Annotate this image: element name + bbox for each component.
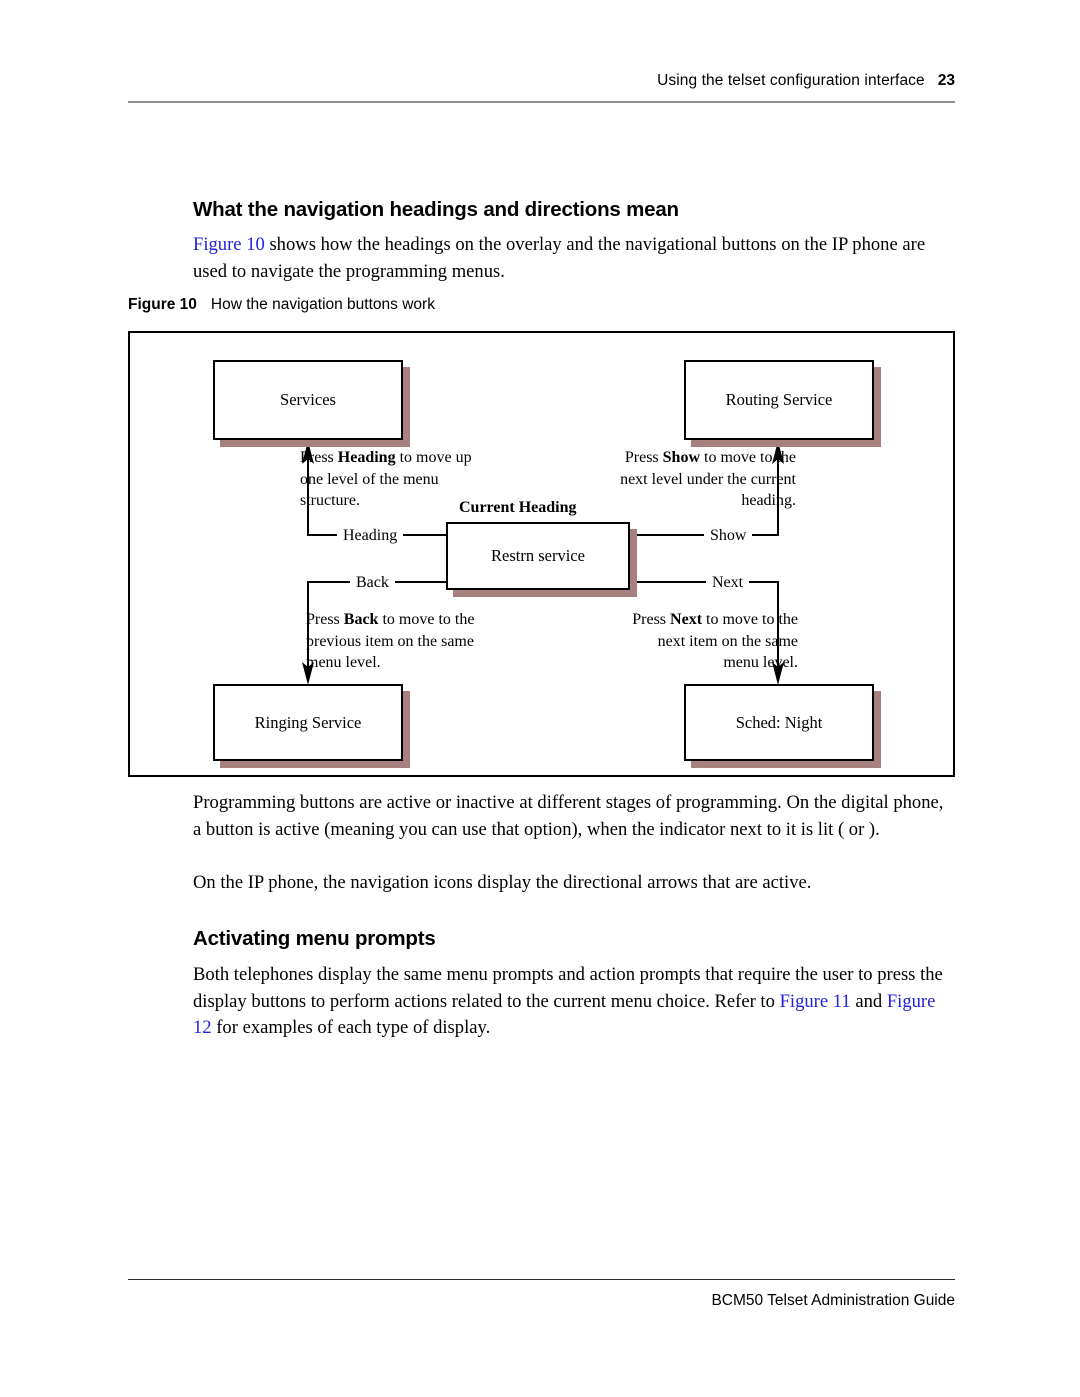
xref-figure-10[interactable]: Figure 10 (193, 234, 265, 255)
figure-callout-heading: Press Heading to move up one level of th… (300, 447, 490, 512)
figure-callout-show-pre: Press (624, 449, 663, 466)
figure-navigation-diagram: Services Routing Service Restrn service … (128, 331, 955, 777)
figure-node-current-heading-label: Restrn service (491, 546, 585, 565)
figure-caption-number: Figure 10 (128, 296, 197, 313)
figure-node-routing-service-label: Routing Service (725, 390, 833, 409)
figure-callout-back-pre: Press (306, 611, 344, 628)
figure-node-routing-service: Routing Service (684, 360, 874, 440)
figure-node-current-heading: Restrn service (446, 522, 630, 590)
paragraph-intro-rest: shows how the headings on the overlay an… (193, 234, 926, 282)
paragraph-menu-prompts-part2: and (850, 990, 887, 1012)
page-footer: BCM50 Telset Administration Guide (128, 1292, 955, 1310)
footer-guide-title: BCM50 Telset Administration Guide (711, 1292, 955, 1309)
figure-callout-next-key: Next (670, 611, 703, 628)
paragraph-menu-prompts: Both telephones display the same menu pr… (193, 962, 955, 1042)
figure-node-sched-night-label: Sched: Night (735, 712, 823, 732)
figure-callout-next: Press Next to move to the next item on t… (622, 609, 798, 674)
figure-callout-back-key: Back (343, 611, 379, 628)
figure-node-sched-night: Sched: Night (684, 684, 874, 761)
figure-node-services-label: Services (280, 390, 336, 409)
header-title: Using the telset configuration interface (657, 72, 925, 89)
paragraph-ip-phone-icons: On the IP phone, the navigation icons di… (193, 872, 812, 893)
header-divider (128, 101, 955, 103)
xref-figure-11[interactable]: Figure 11 (780, 991, 851, 1012)
paragraph-active-buttons: Programming buttons are active or inacti… (193, 792, 944, 840)
paragraph-intro: Figure 10 shows how the headings on the … (193, 232, 955, 285)
header-page-number: 23 (937, 72, 955, 89)
figure-connector-label-show: Show (704, 525, 753, 546)
paragraph-menu-prompts-part3: for examples of each type of display. (211, 1017, 491, 1038)
figure-callout-show-key: Show (662, 449, 701, 466)
figure-caption: Figure 10 How the navigation buttons work (128, 296, 435, 314)
figure-callout-heading-pre: Press (300, 449, 338, 466)
figure-connector-label-back: Back (350, 572, 395, 593)
figure-node-ringing-service-label: Ringing Service (254, 712, 362, 732)
figure-callout-back: Press Back to move to the previous item … (306, 609, 498, 674)
figure-callout-show: Press Show to move to the next level und… (600, 447, 796, 512)
section-heading-navigation: What the navigation headings and directi… (193, 198, 679, 221)
figure-callout-heading-key: Heading (337, 449, 396, 466)
section-heading-activating-menu-prompts: Activating menu prompts (193, 927, 436, 950)
footer-divider (128, 1279, 955, 1280)
figure-connector-label-heading: Heading (337, 525, 404, 546)
figure-callout-next-pre: Press (632, 611, 671, 628)
page-header: Using the telset configuration interface… (128, 72, 955, 90)
figure-caption-text: How the navigation buttons work (210, 296, 435, 313)
figure-node-services: Services (213, 360, 403, 440)
figure-node-ringing-service: Ringing Service (213, 684, 403, 761)
figure-connector-label-next: Next (706, 572, 750, 593)
